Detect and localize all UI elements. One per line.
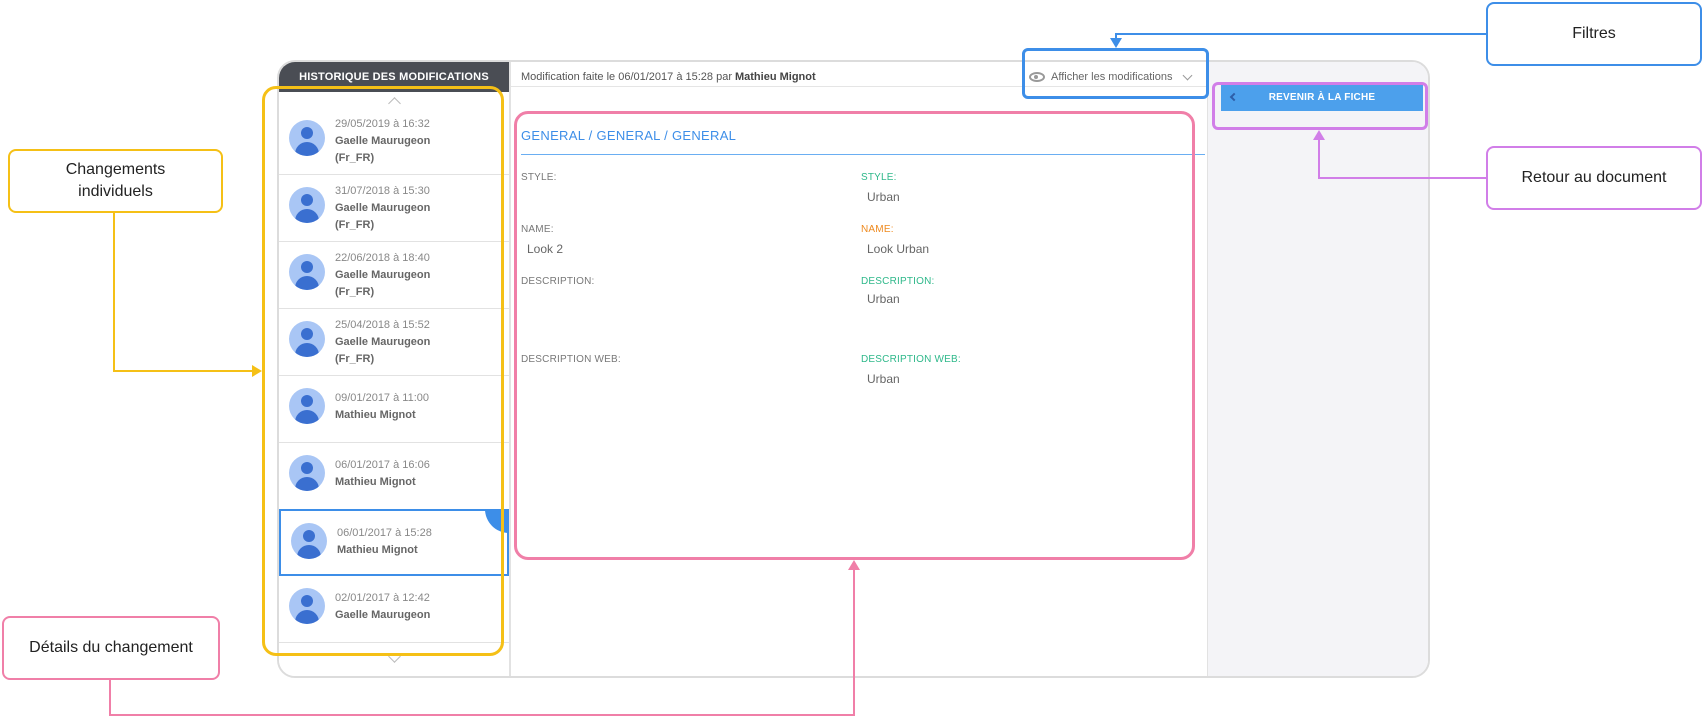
modification-info: Modification faite le 06/01/2017 à 15:28… [521,62,1021,92]
blue-arrow-icon [1110,38,1122,48]
modification-user: Mathieu Mignot [734,71,816,83]
annotation-filters: Filtres [1486,2,1702,66]
pink-connector [109,680,111,716]
back-button-highlight [1212,82,1428,130]
detail-highlight [514,111,1195,560]
yellow-connector [113,370,255,372]
annotation-back-to-document-text: Retour au document [1521,169,1667,186]
pink-connector [109,714,855,716]
annotation-change-details-text: Détails du changement [29,639,193,656]
history-list-highlight [262,86,504,656]
yellow-arrow-icon [252,365,262,377]
yellow-connector [113,213,115,371]
pink-arrow-icon [848,560,860,570]
filter-highlight [1022,48,1209,99]
violet-arrow-icon [1313,130,1325,140]
annotation-filters-text: Filtres [1572,25,1616,42]
scroll-down-arrow-icon[interactable] [279,650,509,670]
blue-connector [1115,33,1487,35]
annotation-individual-changes: Changements individuels [8,149,223,213]
pink-connector [853,570,855,716]
annotation-individual-changes-text: Changements individuels [65,161,166,200]
violet-connector [1318,140,1320,179]
annotation-back-to-document: Retour au document [1486,146,1702,210]
annotation-change-details: Détails du changement [2,616,220,680]
modification-info-text: Modification faite le 06/01/2017 à 15:28… [521,71,732,83]
violet-connector [1318,177,1488,179]
